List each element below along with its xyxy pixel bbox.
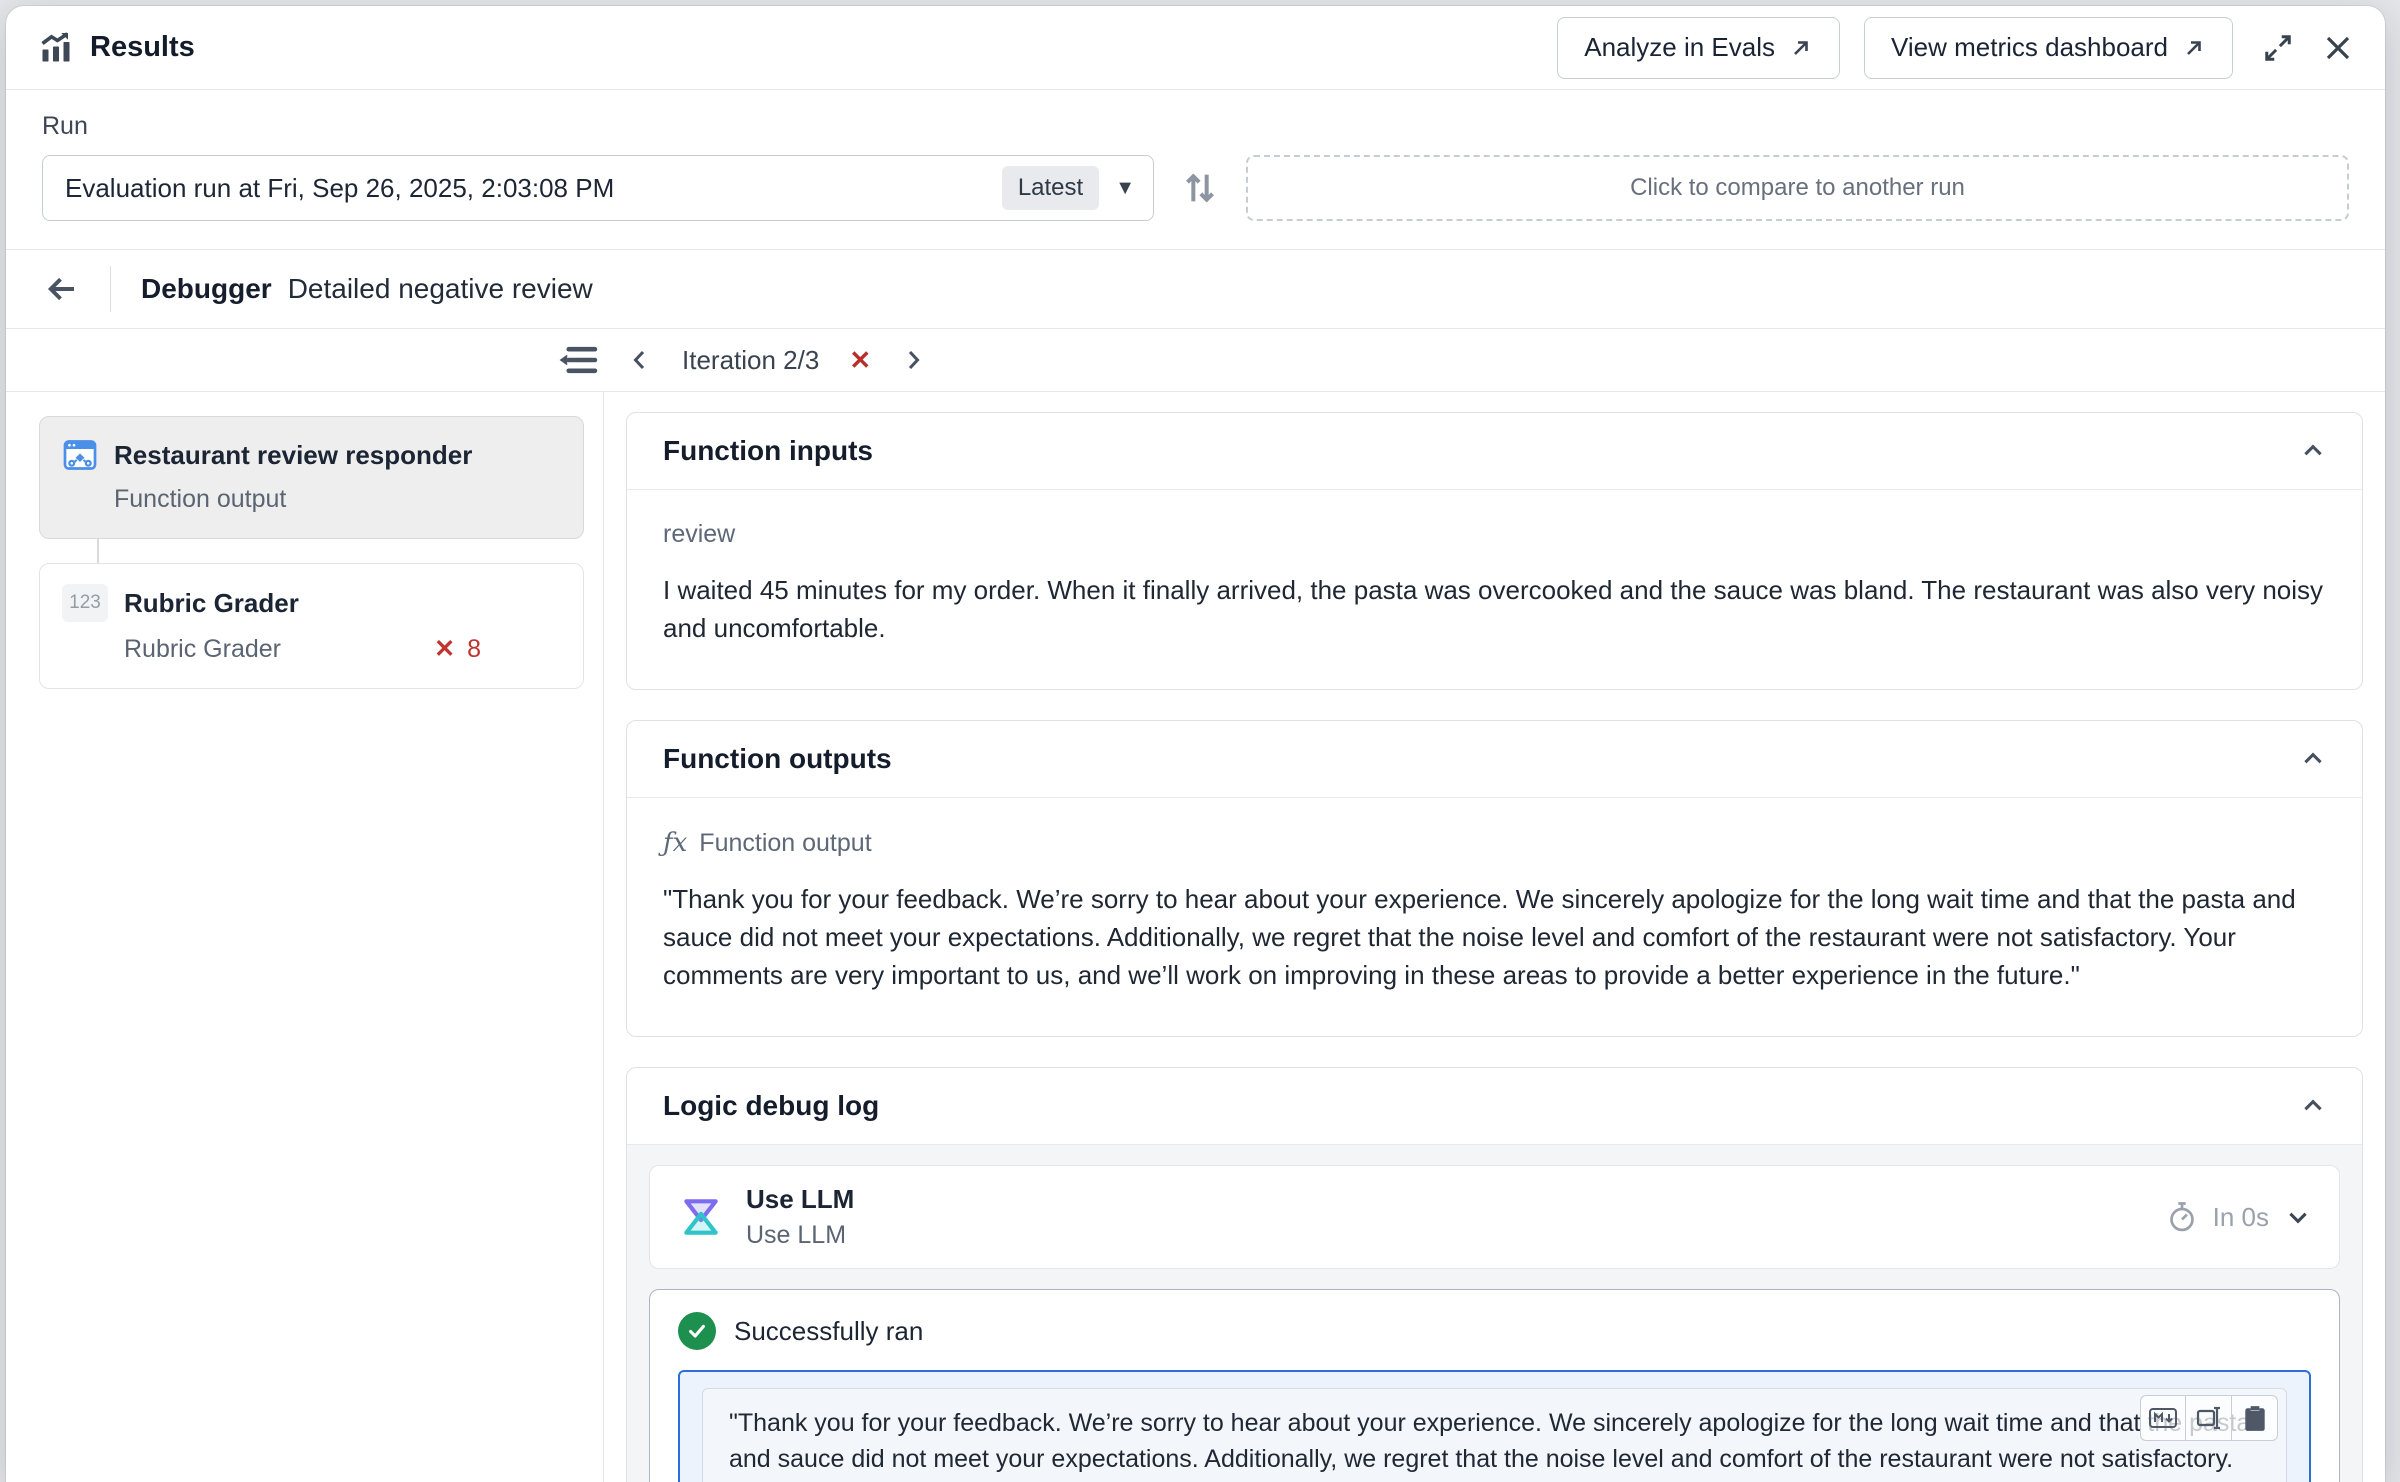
run-label: Run (42, 112, 2349, 141)
compare-run-placeholder[interactable]: Click to compare to another run (1246, 155, 2349, 221)
fail-count: 8 (467, 635, 481, 664)
chevron-up-icon[interactable] (2300, 746, 2326, 772)
select-text-icon[interactable] (2186, 1395, 2232, 1441)
node-title: Rubric Grader (124, 588, 299, 619)
markdown-view-icon[interactable] (2140, 1395, 2186, 1441)
use-llm-logo-icon (678, 1194, 724, 1240)
step-subtitle: Use LLM (746, 1221, 854, 1250)
node-subtitle: Function output (114, 485, 286, 514)
chevron-up-icon[interactable] (2300, 438, 2326, 464)
run-select-dropdown[interactable]: Evaluation run at Fri, Sep 26, 2025, 2:0… (42, 155, 1154, 221)
function-outputs-card: Function outputs ƒx Function output "Tha… (626, 720, 2363, 1037)
external-link-icon (2182, 36, 2206, 60)
vertical-divider (110, 266, 111, 312)
function-inputs-card: Function inputs review I waited 45 minut… (626, 412, 2363, 690)
run-section: Run Evaluation run at Fri, Sep 26, 2025,… (6, 90, 2385, 249)
logic-debug-log-card: Logic debug log (626, 1067, 2363, 1482)
next-iteration-icon[interactable] (901, 348, 925, 372)
output-field-label: Function output (699, 829, 871, 858)
section-title: Logic debug log (663, 1090, 879, 1122)
result-output-text-area[interactable]: "Thank you for your feedback. We’re sorr… (702, 1388, 2287, 1482)
fail-x-icon: ✕ (434, 634, 455, 664)
modal-header: Results Analyze in Evals View metrics da… (6, 6, 2385, 90)
close-icon[interactable] (2323, 33, 2353, 63)
step-title: Use LLM (746, 1184, 854, 1215)
chevron-down-icon: ▼ (1115, 177, 1135, 200)
step-duration: In 0s (2213, 1202, 2269, 1233)
node-subtitle: Rubric Grader (124, 635, 281, 664)
result-toolbar (2140, 1395, 2278, 1441)
log-step-use-llm[interactable]: Use LLM Use LLM In 0s (649, 1165, 2340, 1269)
chevron-up-icon[interactable] (2300, 1093, 2326, 1119)
page-title: Results (90, 31, 195, 64)
run-select-value: Evaluation run at Fri, Sep 26, 2025, 2:0… (65, 173, 1002, 204)
compare-runs-icon (1180, 168, 1220, 208)
number-123-icon: 123 (62, 584, 108, 622)
stopwatch-icon (2167, 1201, 2197, 1233)
node-title: Restaurant review responder (114, 440, 472, 471)
status-text: Successfully ran (734, 1316, 923, 1347)
success-check-icon (678, 1312, 716, 1350)
sidebar-item-rubric-grader[interactable]: 123 Rubric Grader Rubric Grader ✕ 8 (39, 563, 584, 689)
section-title: Function inputs (663, 435, 873, 467)
iteration-label: Iteration 2/3 (682, 345, 819, 376)
results-modal: Results Analyze in Evals View metrics da… (6, 6, 2385, 1482)
result-output-text: "Thank you for your feedback. We’re sorr… (729, 1409, 2250, 1482)
previous-iteration-icon[interactable] (628, 348, 652, 372)
detail-panel: Function inputs review I waited 45 minut… (604, 392, 2385, 1482)
iteration-fail-icon: ✕ (849, 345, 871, 376)
expand-icon[interactable] (2263, 33, 2293, 63)
function-fx-icon: ƒx (663, 828, 687, 858)
node-connector (97, 539, 99, 563)
results-chart-icon (38, 30, 74, 66)
input-field-label: review (663, 520, 2326, 549)
chevron-down-icon[interactable] (2285, 1204, 2311, 1230)
output-field-value: "Thank you for your feedback. We’re sorr… (663, 880, 2326, 994)
sidebar-item-restaurant-review-responder[interactable]: Restaurant review responder Function out… (39, 416, 584, 539)
result-output-box: "Thank you for your feedback. We’re sorr… (678, 1370, 2311, 1482)
external-link-icon (1789, 36, 1813, 60)
latest-badge: Latest (1002, 166, 1099, 210)
copy-clipboard-icon[interactable] (2232, 1395, 2278, 1441)
back-arrow-icon[interactable] (44, 271, 80, 307)
breadcrumb: Debugger Detailed negative review (6, 250, 2385, 328)
debugger-subtitle: Detailed negative review (288, 273, 593, 305)
workflow-node-icon (62, 437, 98, 473)
debugger-title: Debugger (141, 273, 272, 305)
fail-count-badge: ✕ 8 (434, 634, 481, 664)
view-metrics-dashboard-button[interactable]: View metrics dashboard (1864, 17, 2233, 79)
section-title: Function outputs (663, 743, 892, 775)
analyze-in-evals-button[interactable]: Analyze in Evals (1557, 17, 1840, 79)
iteration-bar: Iteration 2/3 ✕ (6, 328, 2385, 392)
step-result-card: Successfully ran "Thank you for your fee… (649, 1289, 2340, 1482)
node-sidebar: Restaurant review responder Function out… (6, 392, 604, 1482)
collapse-list-icon[interactable] (558, 344, 598, 376)
input-field-value: I waited 45 minutes for my order. When i… (663, 571, 2326, 647)
